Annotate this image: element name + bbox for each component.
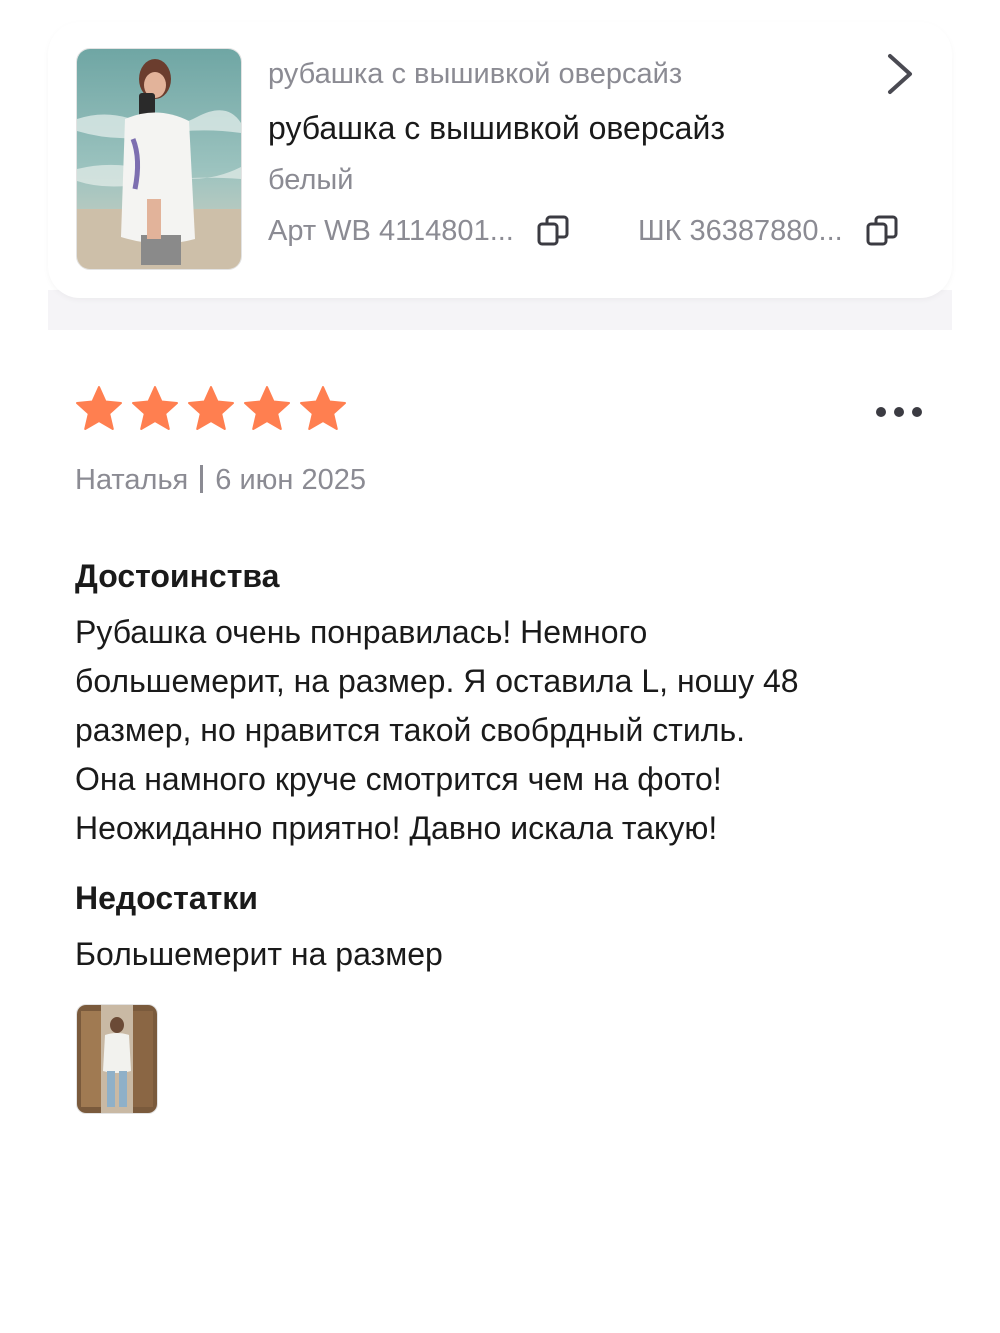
article-number: Арт WB 4114801... [268, 214, 514, 247]
product-brand: рубашка с вышивкой оверсайз [268, 58, 683, 90]
article-row: Арт WB 4114801... [268, 214, 570, 248]
pros-line: Неожиданно приятно! Давно искала такую! [75, 810, 718, 846]
review-meta: Наталья 6 июн 2025 [75, 464, 366, 497]
pros-text: Рубашка очень понравилась! Немного больш… [75, 608, 935, 853]
review-date: 6 июн 2025 [215, 464, 366, 496]
review-author: Наталья [75, 464, 189, 496]
more-dots-icon[interactable] [872, 394, 926, 430]
star-icon [244, 386, 290, 430]
cons-title: Недостатки [75, 880, 258, 916]
pros-title: Достоинства [75, 558, 280, 594]
cons-text: Большемерит на размер [75, 936, 443, 972]
pros-line: размер, но нравится такой свобрдный стил… [75, 712, 746, 748]
star-icon [76, 386, 122, 430]
pros-line: большемерит, на размер. Я оставила L, но… [75, 663, 799, 699]
star-icon [132, 386, 178, 430]
review-photo-icon [77, 1005, 157, 1113]
barcode-number: ШК 36387880... [638, 214, 843, 247]
rating-stars [74, 384, 354, 434]
copy-article-icon[interactable] [536, 214, 570, 248]
barcode-row: ШК 36387880... [638, 214, 899, 248]
copy-barcode-icon[interactable] [865, 214, 899, 248]
product-color: белый [268, 164, 354, 196]
star-icon [300, 386, 346, 430]
meta-separator [200, 465, 204, 493]
product-photo-icon [77, 49, 241, 269]
pros-line: Рубашка очень понравилась! Немного [75, 614, 648, 650]
star-icon [188, 386, 234, 430]
chevron-right-icon[interactable] [878, 52, 922, 96]
pros-line: Она намного круче смотрится чем на фото! [75, 761, 722, 797]
review-photo[interactable] [76, 1004, 158, 1114]
product-thumbnail[interactable] [76, 48, 242, 270]
product-name[interactable]: рубашка с вышивкой оверсайз [268, 110, 725, 147]
